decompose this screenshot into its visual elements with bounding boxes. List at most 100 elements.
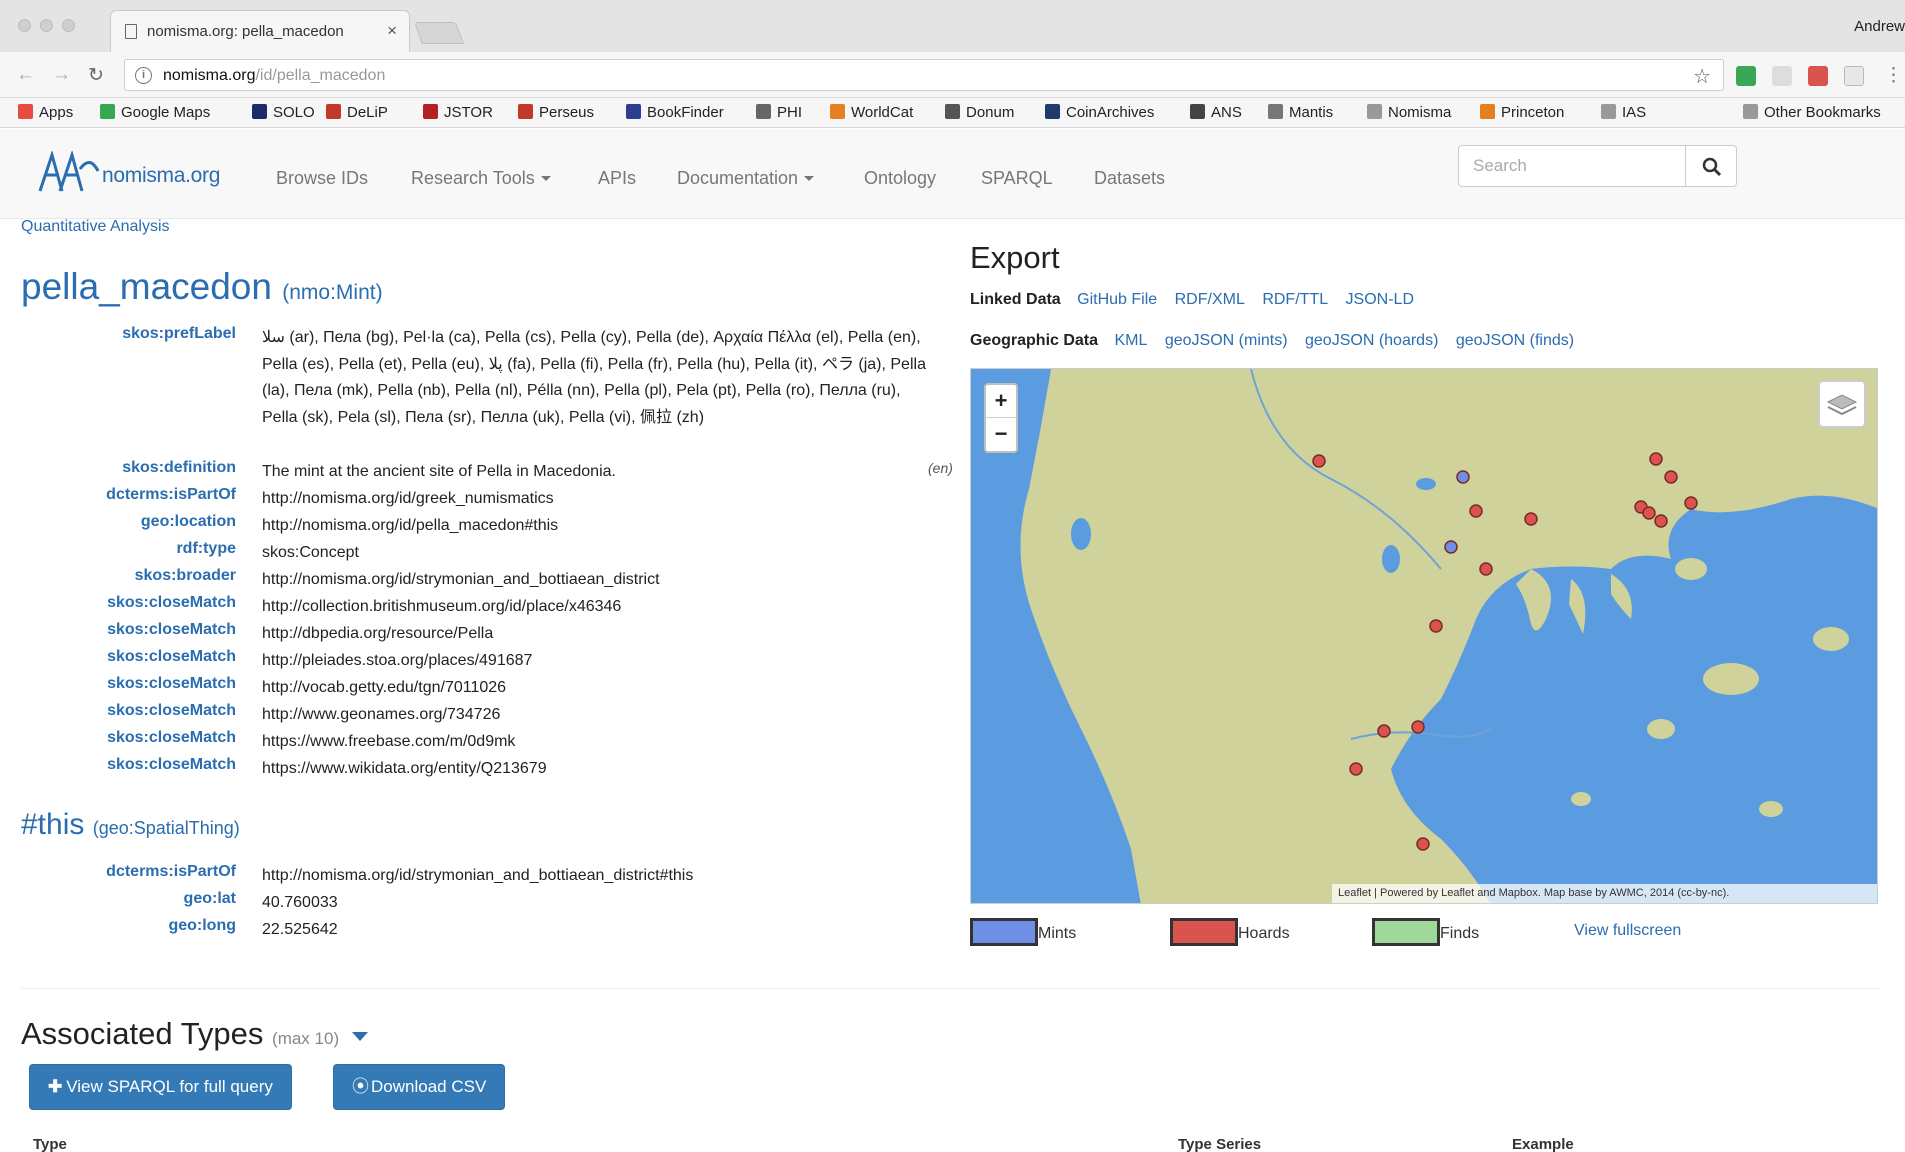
menu-icon[interactable]: ⋮ [1884,64,1903,87]
property-value-link[interactable]: http://vocab.getty.edu/tgn/7011026 [262,675,922,702]
hoard-marker[interactable] [1664,470,1678,484]
property-key[interactable]: dcterms:isPartOf [106,486,236,504]
property-value-link[interactable]: http://nomisma.org/id/strymonian_and_bot… [262,567,922,594]
column-header-example[interactable]: Example [1512,1136,1574,1152]
column-header-type-series[interactable]: Type Series [1178,1136,1261,1152]
view-sparql-button[interactable]: ✚ View SPARQL for full query [29,1064,292,1110]
hoard-marker[interactable] [1377,724,1391,738]
extension-icon[interactable] [1772,66,1792,86]
property-value-link[interactable]: http://nomisma.org/id/pella_macedon#this [262,513,922,540]
nav-research-tools[interactable]: Research Tools [411,168,551,189]
nav-browse-ids[interactable]: Browse IDs [276,168,368,189]
property-key[interactable]: skos:closeMatch [107,675,236,693]
export-geojson-hoards-link[interactable]: geoJSON (hoards) [1305,332,1438,349]
logo-text[interactable]: nomisma.org [102,164,220,188]
zoom-out-button[interactable]: − [986,418,1016,451]
bookmark-item[interactable]: CoinArchives [1045,104,1154,121]
property-value-link[interactable]: http://www.geonames.org/734726 [262,702,922,729]
property-key[interactable]: skos:closeMatch [107,756,236,774]
this-section-type[interactable]: (geo:SpatialThing) [93,818,240,838]
legend-mints[interactable]: Mints [970,918,1076,946]
tab-close-icon[interactable]: × [387,21,397,41]
property-value-link[interactable]: http://pleiades.stoa.org/places/491687 [262,648,922,675]
search-input[interactable] [1458,145,1686,187]
nav-documentation[interactable]: Documentation [677,168,815,189]
bookmark-item[interactable]: Google Maps [100,104,210,121]
property-value-link[interactable]: http://nomisma.org/id/greek_numismatics [262,486,922,513]
forward-arrow-icon[interactable]: → [52,64,71,86]
export-rdfttl-link[interactable]: RDF/TTL [1262,291,1328,308]
map-view[interactable] [970,368,1878,904]
property-key[interactable]: skos:broader [135,567,236,585]
quantitative-analysis-link[interactable]: Quantitative Analysis [21,218,170,236]
chevron-down-icon[interactable] [351,1032,368,1041]
hoard-marker[interactable] [1429,619,1443,633]
bookmark-item[interactable]: JSTOR [423,104,493,121]
property-key[interactable]: skos:closeMatch [107,729,236,747]
extension-icon[interactable] [1736,66,1756,86]
property-key[interactable]: geo:long [168,917,236,935]
hoard-marker[interactable] [1469,504,1483,518]
bookmark-item[interactable]: WorldCat [830,104,913,121]
hoard-marker[interactable] [1416,837,1430,851]
mint-marker[interactable] [1444,540,1458,554]
bookmark-item[interactable]: Donum [945,104,1014,121]
search-button[interactable] [1685,145,1737,187]
window-zoom-dot[interactable] [62,19,75,32]
hoard-marker[interactable] [1349,762,1363,776]
property-key[interactable]: geo:lat [184,890,236,908]
property-key[interactable]: skos:closeMatch [107,594,236,612]
property-value-link[interactable]: skos:Concept [262,540,922,567]
property-key[interactable]: skos:closeMatch [107,648,236,666]
bookmark-item[interactable]: PHI [756,104,802,121]
zoom-in-button[interactable]: + [986,385,1016,418]
property-value-link[interactable]: https://www.freebase.com/m/0d9mk [262,729,922,756]
map-layers-button[interactable] [1818,380,1866,428]
nav-datasets[interactable]: Datasets [1094,168,1165,189]
bookmark-item[interactable]: Princeton [1480,104,1564,121]
bookmark-star-icon[interactable]: ☆ [1693,64,1711,89]
property-key[interactable]: skos:closeMatch [107,702,236,720]
bookmark-item[interactable]: DeLiP [326,104,388,121]
window-close-dot[interactable] [18,19,31,32]
extension-icon[interactable] [1808,66,1828,86]
export-jsonld-link[interactable]: JSON-LD [1346,291,1414,308]
property-key[interactable]: geo:location [141,513,236,531]
hoard-marker[interactable] [1524,512,1538,526]
hoard-marker[interactable] [1654,514,1668,528]
property-value-link[interactable]: http://nomisma.org/id/strymonian_and_bot… [262,863,922,890]
property-value-link[interactable]: http://collection.britishmuseum.org/id/p… [262,594,922,621]
download-csv-button[interactable]: ⦿ Download CSV [333,1064,506,1110]
column-header-type[interactable]: Type [33,1136,67,1152]
bookmark-item[interactable]: IAS [1601,104,1646,121]
address-bar[interactable]: i nomisma.org/id/pella_macedon ☆ [124,59,1724,91]
export-geojson-finds-link[interactable]: geoJSON (finds) [1456,332,1574,349]
mint-marker[interactable] [1456,470,1470,484]
property-key[interactable]: dcterms:isPartOf [106,863,236,881]
window-minimize-dot[interactable] [40,19,53,32]
legend-hoards[interactable]: Hoards [1170,918,1290,946]
bookmark-item[interactable]: Mantis [1268,104,1333,121]
export-rdfxml-link[interactable]: RDF/XML [1175,291,1245,308]
bookmark-item[interactable]: BookFinder [626,104,724,121]
browser-tab-active[interactable]: nomisma.org: pella_macedon × [110,10,410,52]
nav-sparql[interactable]: SPARQL [981,168,1053,189]
property-key[interactable]: skos:closeMatch [107,621,236,639]
hoard-marker[interactable] [1642,506,1656,520]
hoard-marker[interactable] [1684,496,1698,510]
bookmark-item[interactable]: SOLO [252,104,315,121]
reload-icon[interactable]: ↻ [88,64,104,87]
legend-finds[interactable]: Finds [1372,918,1479,946]
info-icon[interactable]: i [135,67,152,84]
map-canvas[interactable] [971,369,1878,904]
property-key[interactable]: skos:definition [122,459,236,477]
page-title-type[interactable]: (nmo:Mint) [282,281,382,304]
bookmark-item[interactable]: Other Bookmarks [1743,104,1881,121]
hoard-marker[interactable] [1649,452,1663,466]
view-fullscreen-link[interactable]: View fullscreen [1574,922,1681,940]
export-kml-link[interactable]: KML [1114,332,1147,349]
nomisma-logo-icon[interactable] [38,151,100,195]
property-value-link[interactable]: http://dbpedia.org/resource/Pella [262,621,922,648]
nav-apis[interactable]: APIs [598,168,636,189]
hoard-marker[interactable] [1312,454,1326,468]
